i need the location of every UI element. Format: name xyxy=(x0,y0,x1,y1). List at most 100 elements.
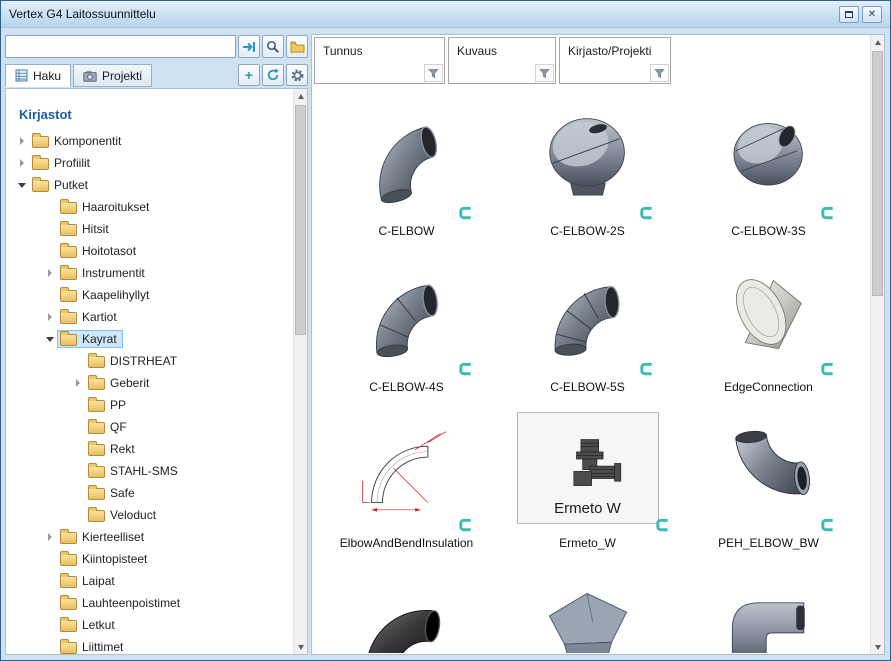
tree-item-instrumentit[interactable]: Instrumentit xyxy=(6,262,293,284)
folder-icon xyxy=(60,290,77,302)
tree-item-putket[interactable]: Putket xyxy=(6,174,293,196)
column-header-kirjasto-projekti[interactable]: Kirjasto/Projekti xyxy=(559,37,671,84)
tree-scrollbar[interactable] xyxy=(293,89,307,654)
library-item-c-elbow-3s[interactable]: C-ELBOW-3S xyxy=(678,91,859,247)
tree-item-label: Kartiot xyxy=(82,310,117,324)
scrollbar-thumb[interactable] xyxy=(295,105,306,335)
app-window: Vertex G4 Laitossuunnittelu ✕ Haku Proje… xyxy=(0,0,891,661)
search-button[interactable] xyxy=(262,35,284,58)
tree-item-komponentit[interactable]: Komponentit xyxy=(6,130,293,152)
library-item-partial-3[interactable] xyxy=(678,559,859,653)
column-header-kuvaus[interactable]: Kuvaus xyxy=(448,37,556,84)
refresh-button[interactable] xyxy=(262,64,284,86)
component-grid: C-ELBOW C-ELBOW-2S xyxy=(316,91,868,653)
folder-icon xyxy=(88,510,105,522)
thumbnail-edge-connection xyxy=(721,252,817,372)
settings-button[interactable] xyxy=(286,64,308,86)
tree-item-distrheat[interactable]: DISTRHEAT xyxy=(6,350,293,372)
library-item-partial-1[interactable] xyxy=(316,559,497,653)
library-item-partial-2[interactable] xyxy=(497,559,678,653)
open-folder-button[interactable] xyxy=(286,35,308,58)
chevron-right-icon[interactable] xyxy=(72,377,85,390)
tree-item-profiilit[interactable]: Profiilit xyxy=(6,152,293,174)
chevron-down-icon[interactable] xyxy=(44,333,57,346)
tab-projekti[interactable]: Projekti xyxy=(73,64,152,87)
library-item-edgeconnection[interactable]: EdgeConnection xyxy=(678,247,859,403)
tree-item-label: Putket xyxy=(54,178,88,192)
chevron-right-icon[interactable] xyxy=(16,135,29,148)
content-scrollbar[interactable] xyxy=(870,35,884,654)
library-item-ermeto-w[interactable]: Ermeto W Ermeto_W xyxy=(497,403,678,559)
tree-item-haaroitukset[interactable]: Haaroitukset xyxy=(6,196,293,218)
library-item-c-elbow[interactable]: C-ELBOW xyxy=(316,91,497,247)
tree-item-kartiot[interactable]: Kartiot xyxy=(6,306,293,328)
library-tree-panel: Kirjastot Komponentit Profiilit Putket H… xyxy=(5,88,308,655)
folder-icon xyxy=(60,246,77,258)
scrollbar-thumb[interactable] xyxy=(872,51,883,296)
library-item-c-elbow-5s[interactable]: C-ELBOW-5S xyxy=(497,247,678,403)
chevron-down-icon[interactable] xyxy=(16,179,29,192)
chevron-right-icon[interactable] xyxy=(16,157,29,170)
tree-item-rekt[interactable]: Rekt xyxy=(6,438,293,460)
tree-header[interactable]: Kirjastot xyxy=(19,107,293,122)
tree-item-veloduct[interactable]: Veloduct xyxy=(6,504,293,526)
window-title: Vertex G4 Laitossuunnittelu xyxy=(9,7,156,21)
tree-item-pp[interactable]: PP xyxy=(6,394,293,416)
tree-item-kayrat[interactable]: Kayrat xyxy=(6,328,293,350)
component-badge-icon xyxy=(458,361,473,377)
scroll-down-button[interactable] xyxy=(871,640,884,654)
filter-button[interactable] xyxy=(650,64,669,82)
tab-label: Haku xyxy=(33,69,61,83)
tree-item-label: Rekt xyxy=(110,442,135,456)
component-badge-icon xyxy=(655,517,670,533)
filter-button[interactable] xyxy=(535,64,554,82)
library-item-c-elbow-2s[interactable]: C-ELBOW-2S xyxy=(497,91,678,247)
folder-icon xyxy=(60,334,77,346)
thumbnail-elbow-4s xyxy=(357,252,457,372)
haku-tab-icon xyxy=(15,69,28,82)
tree-item-hitsit[interactable]: Hitsit xyxy=(6,218,293,240)
chevron-right-icon[interactable] xyxy=(44,267,57,280)
library-item-peh-elbow-bw[interactable]: PEH_ELBOW_BW xyxy=(678,403,859,559)
add-button[interactable]: + xyxy=(238,64,260,86)
chevron-right-icon[interactable] xyxy=(44,531,57,544)
component-badge-icon xyxy=(639,205,654,221)
refresh-icon xyxy=(266,68,280,82)
scroll-up-button[interactable] xyxy=(871,35,884,49)
filter-funnel-icon xyxy=(539,68,550,79)
scroll-up-button[interactable] xyxy=(294,89,307,103)
tab-haku[interactable]: Haku xyxy=(5,64,71,87)
chevron-right-icon[interactable] xyxy=(44,311,57,324)
titlebar[interactable]: Vertex G4 Laitossuunnittelu ✕ xyxy=(1,1,890,28)
tree-item-kierteelliset[interactable]: Kierteelliset xyxy=(6,526,293,548)
component-badge-icon xyxy=(458,205,473,221)
folder-icon xyxy=(88,466,105,478)
tree-item-label: Safe xyxy=(110,486,135,500)
tree-item-geberit[interactable]: Geberit xyxy=(6,372,293,394)
tree-item-laipat[interactable]: Laipat xyxy=(6,570,293,592)
tree-item-kaapelihyllyt[interactable]: Kaapelihyllyt xyxy=(6,284,293,306)
scroll-down-button[interactable] xyxy=(294,640,307,654)
tree-item-qf[interactable]: QF xyxy=(6,416,293,438)
tree-item-label: Instrumentit xyxy=(82,266,145,280)
tree-item-letkut[interactable]: Letkut xyxy=(6,614,293,636)
tree-item-kiintopisteet[interactable]: Kiintopisteet xyxy=(6,548,293,570)
search-input[interactable] xyxy=(5,35,236,58)
folder-icon xyxy=(60,312,77,324)
tree-item-stahl-sms[interactable]: STAHL-SMS xyxy=(6,460,293,482)
restore-button[interactable] xyxy=(839,6,859,23)
filter-button[interactable] xyxy=(424,64,443,82)
folder-icon xyxy=(88,422,105,434)
library-item-c-elbow-4s[interactable]: C-ELBOW-4S xyxy=(316,247,497,403)
tree-item-hoitotasot[interactable]: Hoitotasot xyxy=(6,240,293,262)
go-search-button[interactable] xyxy=(238,35,260,58)
folder-icon xyxy=(32,158,49,170)
tree-item-lauhteenpoistimet[interactable]: Lauhteenpoistimet xyxy=(6,592,293,614)
column-header-tunnus[interactable]: Tunnus xyxy=(314,37,445,84)
tree-item-liittimet[interactable]: Liittimet xyxy=(6,636,293,654)
library-item-elbowandbendinsulation[interactable]: ElbowAndBendInsulation xyxy=(316,403,497,559)
tree-item-label: DISTRHEAT xyxy=(110,354,177,368)
tree-item-safe[interactable]: Safe xyxy=(6,482,293,504)
close-button[interactable]: ✕ xyxy=(862,6,882,23)
library-content-panel: Tunnus Kuvaus Kirjasto/Projekti xyxy=(311,34,885,655)
